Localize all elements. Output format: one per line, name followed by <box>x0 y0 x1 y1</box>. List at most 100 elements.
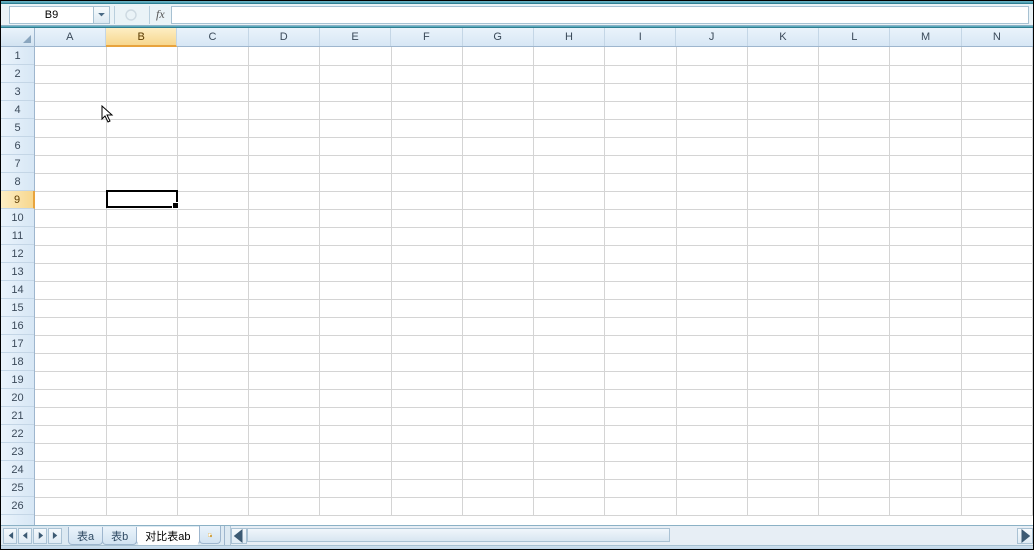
cell[interactable] <box>890 227 961 245</box>
cell[interactable] <box>890 173 961 191</box>
cell[interactable] <box>890 371 961 389</box>
cell[interactable] <box>320 65 391 83</box>
cell[interactable] <box>676 137 747 155</box>
cell[interactable] <box>249 47 320 65</box>
cell[interactable] <box>249 119 320 137</box>
cell[interactable] <box>605 281 676 299</box>
cell[interactable] <box>320 461 391 479</box>
cell[interactable] <box>391 173 462 191</box>
cell[interactable] <box>819 335 890 353</box>
cell[interactable] <box>605 155 676 173</box>
sheet-tab[interactable]: 表a <box>68 527 103 545</box>
cell[interactable] <box>819 155 890 173</box>
cell[interactable] <box>462 281 533 299</box>
cell[interactable] <box>249 479 320 497</box>
cell[interactable] <box>320 335 391 353</box>
cell[interactable] <box>534 353 605 371</box>
cell[interactable] <box>35 479 106 497</box>
cell[interactable] <box>391 425 462 443</box>
cell[interactable] <box>890 137 961 155</box>
cell[interactable] <box>249 173 320 191</box>
cell[interactable] <box>391 497 462 515</box>
cell[interactable] <box>177 119 248 137</box>
cell[interactable] <box>35 335 106 353</box>
cell[interactable] <box>35 353 106 371</box>
cells-area[interactable] <box>35 47 1033 525</box>
cell[interactable] <box>177 461 248 479</box>
cell[interactable] <box>534 155 605 173</box>
cell[interactable] <box>890 101 961 119</box>
column-header-E[interactable]: E <box>320 28 391 46</box>
row-header-23[interactable]: 23 <box>1 443 34 461</box>
cell[interactable] <box>605 245 676 263</box>
cell[interactable] <box>605 299 676 317</box>
tab-nav-last[interactable] <box>48 528 62 544</box>
cell[interactable] <box>961 191 1032 209</box>
cell[interactable] <box>961 407 1032 425</box>
cell[interactable] <box>177 263 248 281</box>
cell[interactable] <box>462 191 533 209</box>
cell[interactable] <box>391 389 462 407</box>
cell[interactable] <box>391 245 462 263</box>
cell[interactable] <box>747 227 818 245</box>
cell[interactable] <box>747 65 818 83</box>
cell[interactable] <box>819 209 890 227</box>
cell[interactable] <box>177 83 248 101</box>
cell[interactable] <box>320 317 391 335</box>
cell[interactable] <box>534 191 605 209</box>
cell[interactable] <box>961 155 1032 173</box>
cell[interactable] <box>320 371 391 389</box>
cell[interactable] <box>605 47 676 65</box>
cell[interactable] <box>534 461 605 479</box>
cell[interactable] <box>320 443 391 461</box>
cell[interactable] <box>462 227 533 245</box>
row-header-4[interactable]: 4 <box>1 101 34 119</box>
cell[interactable] <box>819 101 890 119</box>
cell[interactable] <box>890 353 961 371</box>
cell[interactable] <box>961 173 1032 191</box>
cell[interactable] <box>391 299 462 317</box>
cell[interactable] <box>320 137 391 155</box>
cell[interactable] <box>462 245 533 263</box>
cell[interactable] <box>320 389 391 407</box>
cell[interactable] <box>249 245 320 263</box>
cell[interactable] <box>961 371 1032 389</box>
row-header-26[interactable]: 26 <box>1 497 34 515</box>
cell[interactable] <box>819 479 890 497</box>
scroll-thumb[interactable] <box>247 528 671 542</box>
cell[interactable] <box>106 227 177 245</box>
cell[interactable] <box>676 443 747 461</box>
cell[interactable] <box>462 173 533 191</box>
row-header-20[interactable]: 20 <box>1 389 34 407</box>
cell[interactable] <box>177 101 248 119</box>
cell[interactable] <box>320 191 391 209</box>
cell[interactable] <box>676 155 747 173</box>
cell[interactable] <box>249 263 320 281</box>
column-header-G[interactable]: G <box>463 28 534 46</box>
column-header-F[interactable]: F <box>391 28 462 46</box>
cell[interactable] <box>177 425 248 443</box>
cell[interactable] <box>462 389 533 407</box>
cell[interactable] <box>106 389 177 407</box>
cell[interactable] <box>605 425 676 443</box>
column-header-D[interactable]: D <box>249 28 320 46</box>
cell[interactable] <box>747 47 818 65</box>
cell[interactable] <box>961 479 1032 497</box>
cell[interactable] <box>320 245 391 263</box>
cell[interactable] <box>462 209 533 227</box>
cell[interactable] <box>605 353 676 371</box>
cell[interactable] <box>106 353 177 371</box>
cell[interactable] <box>177 407 248 425</box>
cell[interactable] <box>391 443 462 461</box>
cell[interactable] <box>747 443 818 461</box>
column-header-A[interactable]: A <box>35 28 106 46</box>
cell[interactable] <box>35 65 106 83</box>
cell[interactable] <box>249 425 320 443</box>
cell[interactable] <box>605 119 676 137</box>
cell[interactable] <box>35 281 106 299</box>
cell[interactable] <box>747 299 818 317</box>
cell[interactable] <box>106 137 177 155</box>
cell[interactable] <box>462 47 533 65</box>
row-header-19[interactable]: 19 <box>1 371 34 389</box>
cell[interactable] <box>249 353 320 371</box>
